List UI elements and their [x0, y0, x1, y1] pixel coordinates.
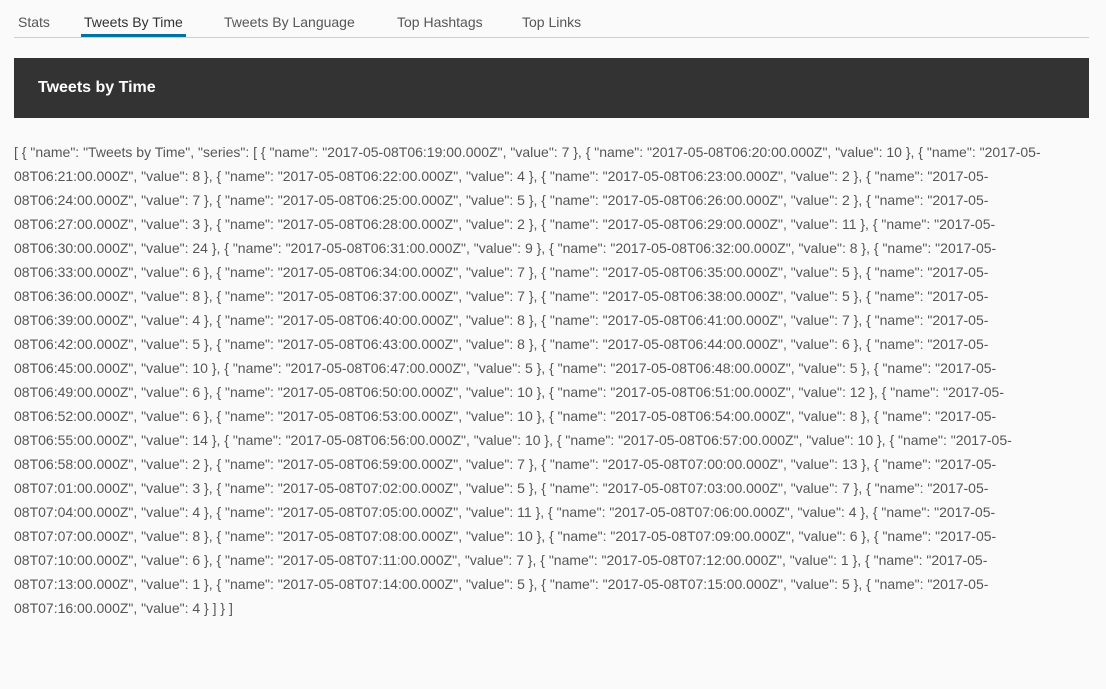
tab-tweets-by-language[interactable]: Tweets By Language [224, 0, 355, 37]
tab-stats[interactable]: Stats [18, 0, 50, 37]
tab-top-hashtags[interactable]: Top Hashtags [397, 0, 483, 37]
card-header: Tweets by Time [14, 58, 1089, 118]
tab-tweets-by-time[interactable]: Tweets By Time [81, 0, 186, 37]
tab-bar: Stats Tweets By Time Tweets By Language … [14, 0, 1089, 38]
tab-top-links[interactable]: Top Links [522, 0, 581, 37]
json-output-text: [ { "name": "Tweets by Time", "series": … [14, 144, 1041, 616]
card-title: Tweets by Time [38, 79, 156, 96]
